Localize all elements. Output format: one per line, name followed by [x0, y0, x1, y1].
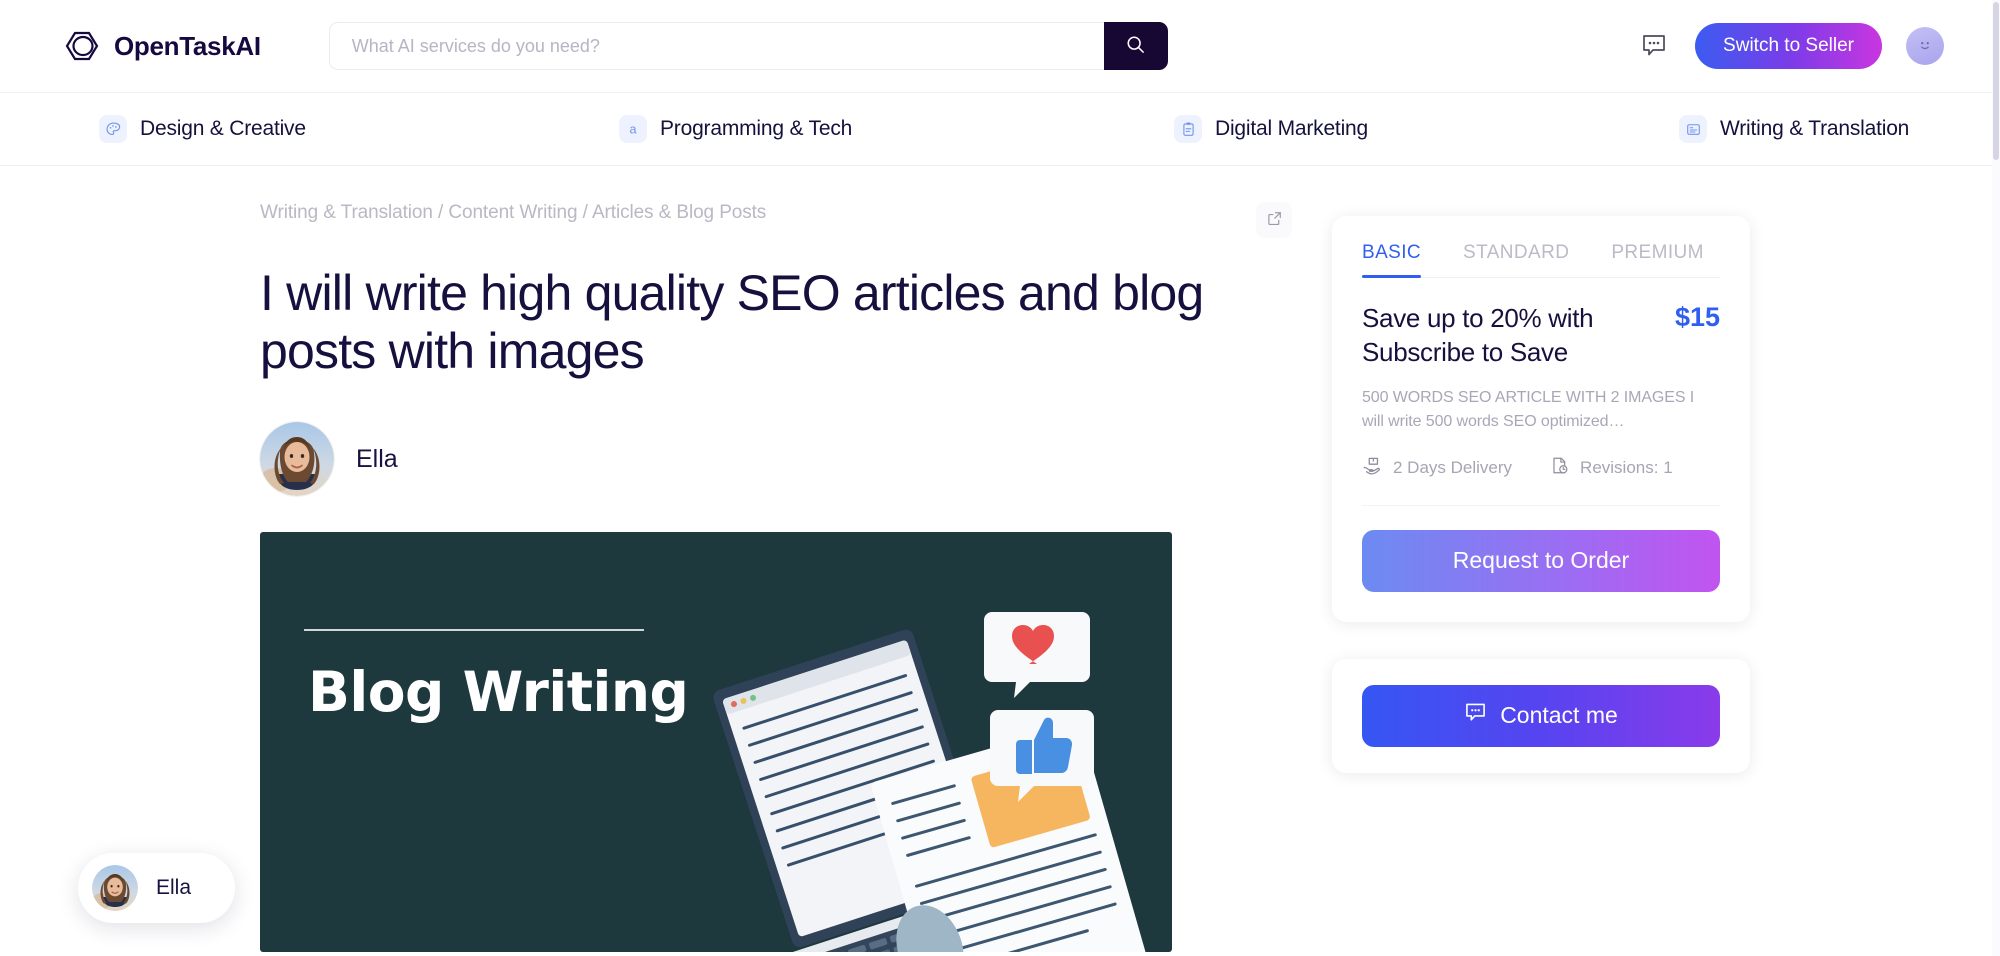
- contact-me-button[interactable]: Contact me: [1362, 684, 1720, 747]
- seller-name: Ella: [356, 444, 398, 473]
- search-icon: [1125, 34, 1146, 58]
- svg-text:a: a: [629, 123, 636, 137]
- laptop-blog-writing-illustration: [662, 602, 1172, 952]
- opentask-logo-icon: [64, 31, 100, 61]
- page-title: I will write high quality SEO articles a…: [260, 265, 1204, 379]
- category-label: Digital Marketing: [1215, 117, 1368, 140]
- search-input[interactable]: [328, 22, 1104, 70]
- delivery-hand-package-icon: [1362, 456, 1382, 481]
- category-nav: Design & Creative a Programming & Tech D…: [0, 93, 2000, 166]
- share-external-link-icon: [1266, 210, 1283, 230]
- site-header: OpenTaskAI What AI services do you need?…: [0, 0, 2000, 93]
- category-label: Programming & Tech: [660, 117, 853, 140]
- chat-widget-name: Ella: [156, 876, 192, 899]
- category-label: Writing & Translation: [1720, 117, 1910, 140]
- header-actions: Switch to Seller: [1637, 23, 1944, 69]
- request-to-order-button[interactable]: Request to Order: [1362, 529, 1720, 592]
- category-writing-translation[interactable]: Writing & Translation: [1679, 115, 1909, 143]
- tab-premium[interactable]: PREMIUM: [1611, 242, 1704, 277]
- document-clock-icon: [1550, 456, 1569, 480]
- plan-meta: 2 Days Delivery Revisions: 1: [1362, 456, 1720, 481]
- gig-detail-column: Writing & Translation / Content Writing …: [260, 202, 1292, 952]
- switch-to-seller-button[interactable]: Switch to Seller: [1695, 23, 1882, 69]
- seller-photo-avatar: [260, 422, 334, 496]
- search-bar: [328, 22, 1168, 70]
- brand-name: OpenTaskAI: [114, 30, 261, 61]
- palette-icon: [99, 115, 127, 143]
- hero-headline: Blog Writing: [308, 660, 689, 724]
- package-tabs: BASIC STANDARD PREMIUM: [1362, 242, 1720, 278]
- delivery-label: 2 Days Delivery: [1393, 458, 1513, 478]
- card-divider: [1362, 504, 1720, 506]
- floating-chat-widget[interactable]: Ella: [78, 853, 236, 923]
- revisions-label: Revisions: 1: [1580, 458, 1673, 478]
- page-scrollbar[interactable]: [1992, 0, 2000, 956]
- gig-detail-page: OpenTaskAI What AI services do you need?…: [0, 0, 2000, 956]
- purchase-column: BASIC STANDARD PREMIUM Save up to 20% wi…: [1332, 202, 1750, 952]
- plan-description: 500 WORDS SEO ARTICLE WITH 2 IMAGES I wi…: [1362, 388, 1695, 430]
- category-design-creative[interactable]: Design & Creative: [99, 115, 619, 143]
- revisions-info: Revisions: 1: [1550, 456, 1673, 480]
- chat-bubble-icon: [1464, 702, 1487, 729]
- message-bubble-icon: [1641, 33, 1667, 60]
- tab-standard[interactable]: STANDARD: [1463, 242, 1569, 277]
- pricing-card: BASIC STANDARD PREMIUM Save up to 20% wi…: [1332, 216, 1750, 622]
- scrollbar-thumb[interactable]: [1993, 2, 1999, 160]
- avatar[interactable]: [1906, 27, 1944, 65]
- plan-name: Save up to 20% with Subscribe to Save: [1362, 303, 1594, 367]
- breadcrumb[interactable]: Writing & Translation / Content Writing …: [260, 202, 766, 224]
- category-digital-marketing[interactable]: Digital Marketing: [1174, 115, 1679, 143]
- contact-card: Contact me: [1332, 658, 1750, 773]
- hero-divider: [304, 629, 644, 631]
- contact-me-label: Contact me: [1500, 702, 1618, 729]
- messages-button[interactable]: [1637, 29, 1671, 63]
- tab-basic[interactable]: BASIC: [1362, 242, 1422, 278]
- brand-logo[interactable]: OpenTaskAI: [64, 31, 261, 62]
- main-content: Writing & Translation / Content Writing …: [0, 166, 2000, 952]
- category-programming-tech[interactable]: a Programming & Tech: [619, 115, 1174, 143]
- user-avatar-smiley-icon: [1914, 34, 1936, 59]
- plan-price: $15: [1674, 302, 1720, 332]
- seller-info[interactable]: Ella: [260, 422, 1240, 496]
- category-label: Design & Creative: [140, 117, 306, 140]
- delivery-info: 2 Days Delivery: [1362, 456, 1512, 481]
- share-button[interactable]: [1256, 202, 1292, 238]
- gig-hero-image[interactable]: Blog Writing: [260, 532, 1172, 952]
- clipboard-icon: [1174, 115, 1202, 143]
- letter-a-icon: a: [619, 115, 647, 143]
- text-document-icon: [1679, 115, 1707, 143]
- search-button[interactable]: [1103, 22, 1168, 70]
- chat-seller-avatar: [92, 865, 138, 911]
